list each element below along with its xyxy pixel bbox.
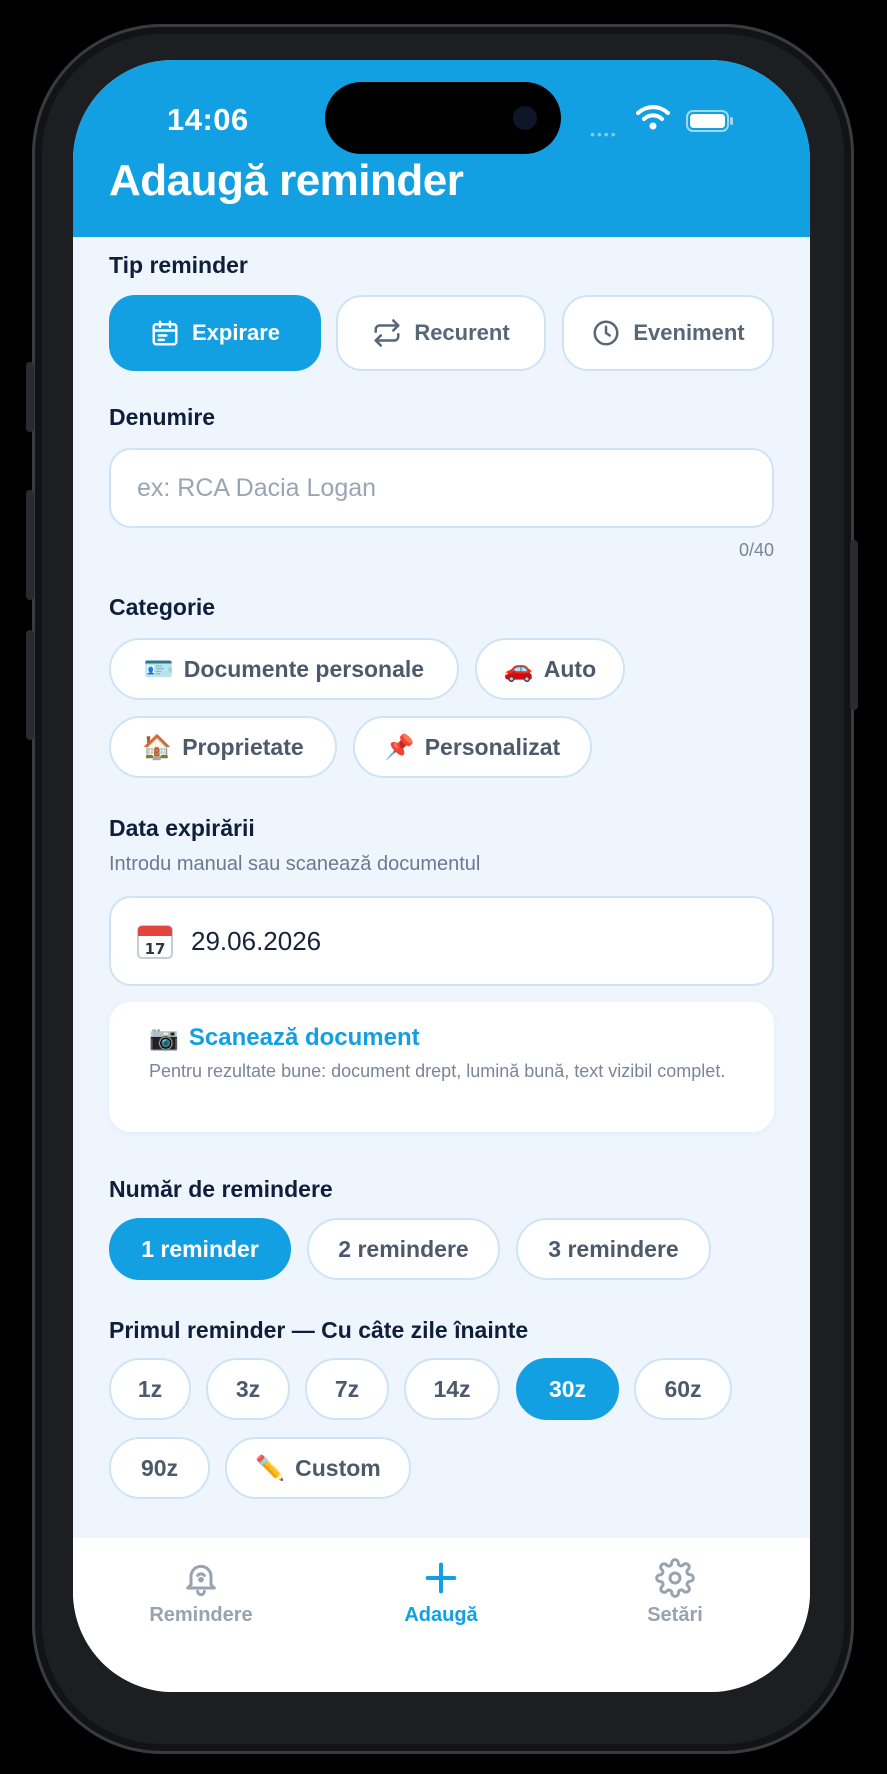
expiry-date-field[interactable]: 17 29.06.2026 bbox=[109, 896, 774, 986]
silent-switch bbox=[26, 362, 34, 432]
type-expirare-button[interactable]: Expirare bbox=[109, 295, 321, 371]
dynamic-island bbox=[325, 82, 561, 154]
days-90z-chip[interactable]: 90z bbox=[109, 1437, 210, 1499]
days-custom-chip[interactable]: ✏️ Custom bbox=[225, 1437, 411, 1499]
volume-up-button bbox=[26, 490, 34, 600]
page-title: Adaugă reminder bbox=[109, 156, 464, 205]
pencil-icon: ✏️ bbox=[255, 1454, 286, 1482]
chip-label: Proprietate bbox=[182, 733, 304, 760]
type-label: Eveniment bbox=[633, 320, 745, 345]
type-label: Recurent bbox=[414, 320, 510, 345]
char-counter: 0/40 bbox=[738, 540, 774, 560]
type-recurent-button[interactable]: Recurent bbox=[336, 295, 546, 371]
days-1z-chip[interactable]: 1z bbox=[109, 1358, 191, 1420]
tab-remindere[interactable]: Remindere bbox=[101, 1558, 301, 1658]
scan-description: Pentru rezultate bune: document drept, l… bbox=[149, 1061, 726, 1081]
bell-icon bbox=[186, 1564, 216, 1597]
days-60z-chip[interactable]: 60z bbox=[634, 1358, 732, 1420]
days-14z-chip[interactable]: 14z bbox=[404, 1358, 500, 1420]
type-eveniment-button[interactable]: Eveniment bbox=[562, 295, 774, 371]
scan-document-card[interactable]: 📷 Scanează document Pentru rezultate bun… bbox=[109, 1002, 774, 1132]
power-button bbox=[850, 540, 858, 710]
signal-icon: •••• bbox=[590, 126, 618, 142]
category-personalizat-chip[interactable]: 📌 Personalizat bbox=[353, 716, 592, 778]
name-input[interactable] bbox=[109, 448, 774, 528]
first-reminder-label: Primul reminder — Cu câte zile înainte bbox=[109, 1317, 529, 1343]
expiry-label: Data expirării bbox=[109, 815, 255, 841]
days-3z-chip[interactable]: 3z bbox=[206, 1358, 290, 1420]
type-label: Expirare bbox=[191, 320, 281, 345]
tab-label: Adaugă bbox=[404, 1604, 478, 1626]
battery-icon bbox=[686, 110, 733, 132]
camera-icon bbox=[513, 106, 537, 130]
category-auto-chip[interactable]: 🚗 Auto bbox=[475, 638, 625, 700]
category-label: Categorie bbox=[109, 594, 216, 620]
tab-label: Remindere bbox=[149, 1604, 253, 1626]
chip-label: Custom bbox=[295, 1454, 381, 1481]
expiry-date-value: 29.06.2026 bbox=[191, 925, 322, 956]
tab-label: Setări bbox=[647, 1604, 703, 1626]
calendar-day: 17 bbox=[145, 940, 166, 958]
repeat-icon bbox=[374, 319, 400, 347]
chip-label: Auto bbox=[543, 655, 597, 682]
volume-down-button bbox=[26, 630, 34, 740]
calendar-date-icon: 17 bbox=[137, 923, 173, 959]
status-icons: •••• bbox=[590, 104, 750, 142]
expiry-hint: Introdu manual sau scanează documentul bbox=[109, 853, 481, 875]
chip-label: 2 remindere bbox=[338, 1235, 469, 1262]
chip-label: 30z bbox=[548, 1375, 587, 1402]
chip-label: Documente personale bbox=[183, 655, 425, 682]
wifi-icon bbox=[636, 105, 670, 130]
reminder-count-label: Număr de remindere bbox=[109, 1176, 333, 1202]
chip-label: 7z bbox=[334, 1375, 360, 1402]
scan-title: Scanează document bbox=[188, 1024, 420, 1051]
tab-setari[interactable]: Setări bbox=[575, 1558, 775, 1658]
id-card-icon: 🪪 bbox=[143, 655, 174, 683]
tab-bar: Remindere Adaugă Setări bbox=[73, 1538, 810, 1692]
calendar-icon bbox=[152, 320, 178, 346]
plus-icon bbox=[425, 1562, 457, 1594]
days-30z-chip[interactable]: 30z bbox=[516, 1358, 619, 1420]
chip-label: 1z bbox=[137, 1375, 163, 1402]
count-3-chip[interactable]: 3 remindere bbox=[516, 1218, 711, 1280]
chip-label: 14z bbox=[433, 1375, 471, 1402]
car-icon: 🚗 bbox=[503, 655, 534, 683]
status-time: 14:06 bbox=[167, 102, 249, 137]
tab-adauga[interactable]: Adaugă bbox=[341, 1558, 541, 1658]
app-screen: 14:06 •••• Adaugă reminder Tip reminder bbox=[73, 60, 810, 1692]
house-icon: 🏠 bbox=[142, 733, 173, 761]
days-7z-chip[interactable]: 7z bbox=[305, 1358, 389, 1420]
pin-icon: 📌 bbox=[384, 733, 415, 761]
count-1-chip[interactable]: 1 reminder bbox=[109, 1218, 291, 1280]
name-label: Denumire bbox=[109, 404, 216, 430]
chip-label: 3 remindere bbox=[548, 1235, 679, 1262]
reminder-type-label: Tip reminder bbox=[109, 252, 248, 278]
count-2-chip[interactable]: 2 remindere bbox=[307, 1218, 500, 1280]
category-proprietate-chip[interactable]: 🏠 Proprietate bbox=[109, 716, 337, 778]
chip-label: 3z bbox=[235, 1375, 261, 1402]
category-documente-chip[interactable]: 🪪 Documente personale bbox=[109, 638, 459, 700]
camera-emoji-icon: 📷 bbox=[149, 1024, 179, 1052]
chip-label: 1 reminder bbox=[141, 1235, 259, 1262]
clock-icon bbox=[593, 320, 619, 346]
chip-label: 60z bbox=[664, 1375, 702, 1402]
chip-label: Personalizat bbox=[424, 733, 561, 760]
gear-icon bbox=[655, 1558, 695, 1598]
chip-label: 90z bbox=[140, 1454, 179, 1481]
header: 14:06 •••• Adaugă reminder bbox=[73, 60, 810, 237]
